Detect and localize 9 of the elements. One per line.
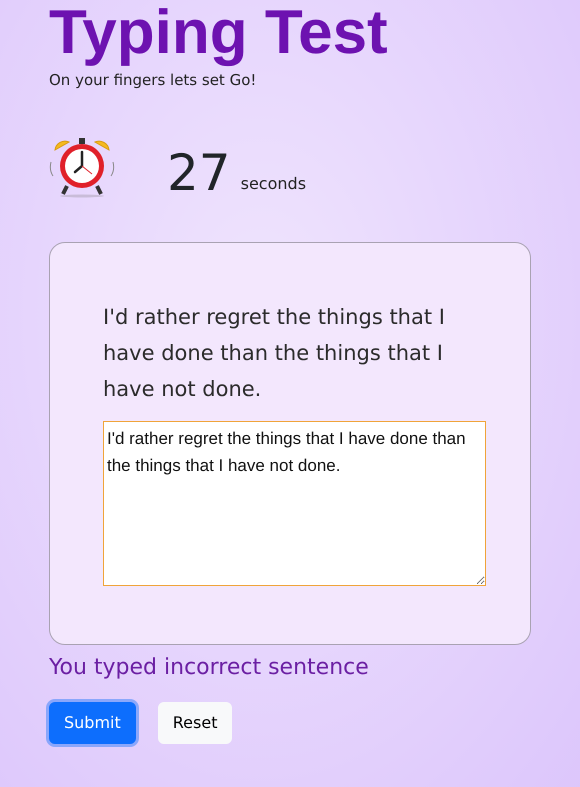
submit-button[interactable]: Submit [49, 702, 136, 744]
page-title: Typing Test [49, 0, 389, 66]
quote-text: I'd rather regret the things that I have done than the things that I have not done. [103, 304, 446, 403]
timer-value: 27 [167, 148, 231, 198]
timer-unit: seconds [240, 172, 306, 195]
answer-field[interactable]: I'd rather regret the things that I have done than the things that I have not done. [103, 420, 486, 586]
result-message: You typed incorrect sentence [49, 654, 370, 682]
reset-button[interactable]: Reset [158, 702, 232, 744]
subtitle: On your fingers lets set Go! [49, 70, 258, 92]
